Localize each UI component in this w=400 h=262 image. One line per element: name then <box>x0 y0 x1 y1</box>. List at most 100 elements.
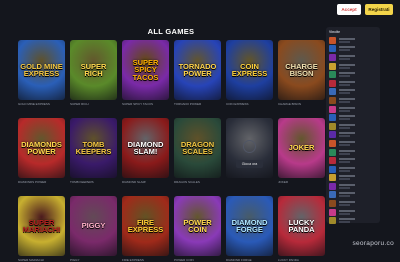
play-button[interactable]: Gioca ora <box>236 160 263 168</box>
sidebar-game-thumb <box>329 36 336 44</box>
game-tile[interactable]: Gioca ora <box>226 118 273 184</box>
game-thumbnail[interactable]: DIAMOND FORGE <box>226 196 273 256</box>
sidebar-game-thumb <box>329 191 336 199</box>
game-tile[interactable]: TORNADO POWER TORNADO POWER <box>174 40 221 106</box>
game-name <box>226 180 273 184</box>
game-name: JOKER <box>278 180 289 184</box>
sidebar-row-line <box>339 40 350 43</box>
register-button[interactable]: Registrati <box>365 4 393 15</box>
sidebar-row-text <box>339 72 355 78</box>
sidebar-game-thumb <box>329 79 336 87</box>
sidebar-win-row[interactable] <box>329 208 377 217</box>
sidebar-row-text <box>339 63 355 69</box>
game-tile[interactable]: LUCKY PANDA LUCKY PANDA <box>278 196 325 262</box>
sidebar-game-thumb <box>329 217 336 225</box>
game-name: TORNADO POWER <box>174 102 202 106</box>
game-thumbnail[interactable]: DRAGON SCALES <box>174 118 221 178</box>
sidebar-win-row[interactable] <box>329 165 377 174</box>
game-logo-text: DIAMOND FORGE <box>231 217 268 234</box>
game-tile[interactable]: FIRE EXPRESS FIRE EXPRESS <box>122 196 169 262</box>
game-tile[interactable]: DIAMONDS POWER DIAMONDS POWER <box>18 118 65 184</box>
sidebar-win-row[interactable] <box>329 79 377 88</box>
game-thumbnail[interactable]: DIAMOND SLAM! <box>122 118 169 178</box>
sidebar-row-line <box>339 92 350 95</box>
game-thumbnail[interactable]: TOMB KEEPERS <box>70 118 117 178</box>
game-tile[interactable]: SUPER SPICY TACOS SUPER SPICY TACOS <box>122 40 169 106</box>
game-name: LUCKY PANDA <box>278 258 299 262</box>
sidebar-win-row[interactable] <box>329 156 377 165</box>
game-tile[interactable]: CHARGE BISON CHARGE BISON <box>278 40 325 106</box>
sidebar-list <box>329 36 377 225</box>
game-thumbnail[interactable]: FIRE EXPRESS <box>122 196 169 256</box>
sidebar-win-row[interactable] <box>329 139 377 148</box>
game-thumbnail[interactable]: SUPER MARIACHI <box>18 196 65 256</box>
game-tile[interactable]: SUPER MARIACHI SUPER MARIACHI <box>18 196 65 262</box>
sidebar-row-line <box>339 63 355 66</box>
sidebar-win-row[interactable] <box>329 191 377 200</box>
game-thumbnail[interactable]: LUCKY PANDA <box>278 196 325 256</box>
game-thumbnail[interactable]: POWER COIN <box>174 196 221 256</box>
sidebar-game-thumb <box>329 45 336 53</box>
sidebar-row-line <box>339 152 350 155</box>
game-logo-text: LUCKY PANDA <box>288 217 315 234</box>
game-name: CHARGE BISON <box>278 102 302 106</box>
sidebar-row-text <box>339 140 355 146</box>
game-tile[interactable]: PIGGY PIGGY <box>70 196 117 262</box>
sidebar-win-row[interactable] <box>329 36 377 45</box>
sidebar-row-text <box>339 201 355 207</box>
game-thumbnail[interactable]: SUPER SPICY TACOS <box>122 40 169 100</box>
sidebar-row-line <box>339 218 355 221</box>
game-logo-text: PIGGY <box>81 221 106 231</box>
sidebar-row-line <box>339 66 350 69</box>
game-thumbnail[interactable]: DIAMONDS POWER <box>18 118 65 178</box>
game-name: SUPER SPICY TACOS <box>122 102 154 106</box>
sidebar-win-row[interactable] <box>329 70 377 79</box>
sidebar-win-row[interactable] <box>329 88 377 97</box>
game-logo-text: COIN EXPRESS <box>231 61 268 78</box>
sidebar-game-thumb <box>329 105 336 113</box>
game-thumbnail[interactable]: Gioca ora <box>226 118 273 178</box>
game-thumbnail[interactable]: JOKER <box>278 118 325 178</box>
game-tile[interactable]: TOMB KEEPERS TOMB KEEPERS <box>70 118 117 184</box>
sidebar-win-row[interactable] <box>329 199 377 208</box>
game-logo-text: SUPER SPICY TACOS <box>132 57 159 82</box>
game-tile[interactable]: SUPER RICH SUPER RICH <box>70 40 117 106</box>
sidebar-row-line <box>339 115 355 118</box>
sidebar-win-row[interactable] <box>329 182 377 191</box>
game-logo-text: TOMB KEEPERS <box>75 139 112 156</box>
game-thumbnail[interactable]: PIGGY <box>70 196 117 256</box>
sidebar-win-row[interactable] <box>329 148 377 157</box>
accept-button[interactable]: Accept <box>337 4 361 15</box>
sidebar-row-line <box>339 140 355 143</box>
sidebar-game-thumb <box>329 200 336 208</box>
game-name: COIN EXPRESS <box>226 102 249 106</box>
game-thumbnail[interactable]: SUPER RICH <box>70 40 117 100</box>
game-tile[interactable]: POWER COIN POWER COIN <box>174 196 221 262</box>
game-tile[interactable]: DIAMOND FORGE DIAMOND FORGE <box>226 196 273 262</box>
sidebar-game-thumb <box>329 182 336 190</box>
sidebar-row-text <box>339 106 355 112</box>
sidebar-win-row[interactable] <box>329 174 377 183</box>
game-tile[interactable]: GOLD MINE EXPRESS GOLD MINE EXPRESS <box>18 40 65 106</box>
game-thumbnail[interactable]: CHARGE BISON <box>278 40 325 100</box>
sidebar-win-row[interactable] <box>329 131 377 140</box>
sidebar-win-row[interactable] <box>329 113 377 122</box>
game-tile[interactable]: DIAMOND SLAM! DIAMOND SLAM! <box>122 118 169 184</box>
game-tile[interactable]: DRAGON SCALES DRAGON SCALES <box>174 118 221 184</box>
game-tile[interactable]: COIN EXPRESS COIN EXPRESS <box>226 40 273 106</box>
sidebar-win-row[interactable] <box>329 216 377 225</box>
sidebar-win-row[interactable] <box>329 96 377 105</box>
sidebar-row-line <box>339 97 355 100</box>
sidebar-win-row[interactable] <box>329 53 377 62</box>
sidebar-win-row[interactable] <box>329 105 377 114</box>
sidebar-win-row[interactable] <box>329 45 377 54</box>
game-thumbnail[interactable]: COIN EXPRESS <box>226 40 273 100</box>
sidebar-row-line <box>339 212 350 215</box>
sidebar-win-row[interactable] <box>329 62 377 71</box>
sidebar-row-line <box>339 49 350 52</box>
sidebar-win-row[interactable] <box>329 122 377 131</box>
game-name: DRAGON SCALES <box>174 180 200 184</box>
game-tile[interactable]: JOKER JOKER <box>278 118 325 184</box>
game-thumbnail[interactable]: GOLD MINE EXPRESS <box>18 40 65 100</box>
game-thumbnail[interactable]: TORNADO POWER <box>174 40 221 100</box>
